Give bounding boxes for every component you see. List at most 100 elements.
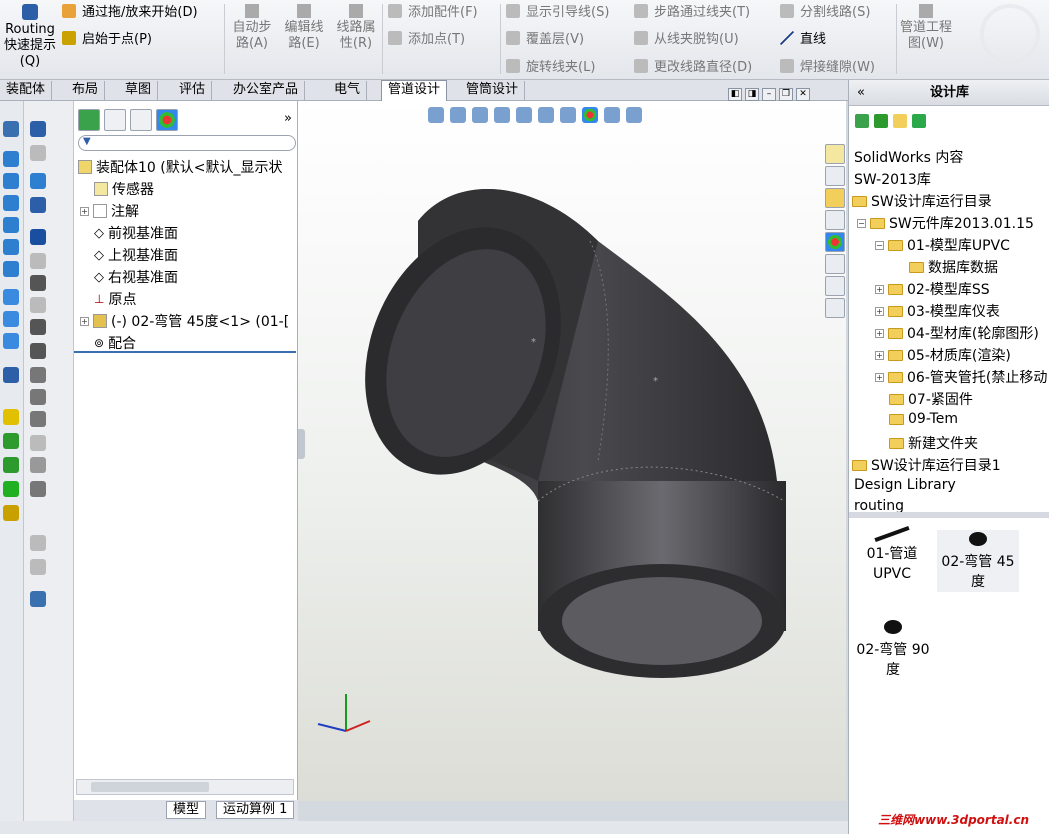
panel-splitter[interactable] — [849, 512, 1049, 518]
tree-filter-input[interactable]: ▼ — [78, 135, 296, 151]
tab-piping[interactable]: 管道设计 — [381, 80, 448, 101]
display-manager-tab-icon[interactable] — [156, 109, 178, 131]
expand-plus-icon[interactable]: + — [875, 328, 884, 338]
cube-icon[interactable] — [3, 261, 19, 277]
pipe-drawing-button[interactable]: 管道工程图(W) — [900, 4, 952, 52]
route-properties-button[interactable]: 线路属性(R) — [334, 4, 378, 52]
design-library-icon[interactable] — [825, 188, 845, 208]
property-manager-tab-icon[interactable] — [104, 109, 126, 131]
dimension-icon[interactable] — [30, 145, 46, 161]
stack-icon[interactable] — [3, 505, 19, 521]
view-palette-icon[interactable] — [825, 276, 845, 296]
routing-library-icon[interactable] — [825, 298, 845, 318]
panel-collapse-handle[interactable] — [298, 429, 305, 459]
configuration-manager-tab-icon[interactable] — [130, 109, 152, 131]
surface-finish-icon[interactable] — [30, 435, 46, 451]
cube-icon[interactable] — [3, 217, 19, 233]
rotate-clip-button[interactable]: 旋转线夹(L) — [506, 56, 595, 75]
library-item-pipe-upvc[interactable]: 01-管道UPVC — [857, 525, 927, 584]
tree-item-mates[interactable]: ⊚ 配合 — [94, 333, 136, 353]
collapse-minus-icon[interactable]: − — [875, 240, 884, 250]
library-folder[interactable]: +03-模型库仪表 — [875, 301, 1000, 321]
drag-drop-start-button[interactable]: 通过拖/放来开始(D) — [62, 1, 198, 20]
tree-root-assembly[interactable]: 装配体10 (默认<默认_显示状 — [78, 157, 282, 177]
branch-icon[interactable] — [3, 457, 19, 473]
datum-icon[interactable] — [30, 367, 46, 383]
edit-route-button[interactable]: 编辑线路(E) — [282, 4, 326, 52]
route-through-clip-button[interactable]: 步路通过线夹(T) — [634, 1, 750, 20]
table-icon[interactable] — [30, 591, 46, 607]
tree-item-sensors[interactable]: 传感器 — [94, 179, 154, 199]
centerline-icon[interactable] — [30, 559, 46, 575]
library-folder[interactable]: − 01-模型库UPVC — [875, 235, 1010, 255]
start-at-point-button[interactable]: 启始于点(P) — [62, 28, 152, 47]
library-folder[interactable]: +04-型材库(轮廓图形) — [875, 323, 1039, 343]
spring-icon[interactable] — [30, 253, 46, 269]
hatch-icon[interactable] — [30, 457, 46, 473]
expand-plus-icon[interactable]: + — [875, 372, 884, 382]
graphics-viewport[interactable]: * * — [298, 101, 846, 801]
clip-icon[interactable] — [3, 367, 19, 383]
library-folder[interactable]: +02-模型库SS — [875, 279, 990, 299]
expand-plus-icon[interactable]: + — [875, 284, 884, 294]
library-folder[interactable]: 新建文件夹 — [889, 433, 978, 453]
resources-icon[interactable] — [825, 166, 845, 186]
close-icon[interactable]: ✕ — [796, 88, 810, 101]
cube-icon[interactable] — [3, 239, 19, 255]
cube-icon[interactable] — [3, 151, 19, 167]
tile-right-icon[interactable]: ◨ — [745, 88, 759, 101]
anchor-icon[interactable] — [3, 121, 19, 137]
change-route-diameter-button[interactable]: 更改线路直径(D) — [634, 56, 752, 75]
line-dot-icon[interactable] — [3, 433, 19, 449]
expand-plus-icon[interactable]: + — [875, 350, 884, 360]
cover-layer-button[interactable]: 覆盖层(V) — [506, 28, 584, 47]
block-icon[interactable] — [30, 481, 46, 497]
split-route-button[interactable]: 分割线路(S) — [780, 1, 870, 20]
tree-item-top-plane[interactable]: ◇ 上视基准面 — [94, 245, 178, 265]
library-folder[interactable]: − SW元件库2013.01.15 — [857, 213, 1034, 233]
datum-target-icon[interactable] — [30, 389, 46, 405]
tab-assembly[interactable]: 装配体 — [0, 81, 53, 100]
library-folder[interactable]: 数据库数据 — [909, 257, 998, 277]
restore-icon[interactable]: ❐ — [779, 88, 793, 101]
tree-horizontal-scrollbar[interactable] — [76, 779, 294, 795]
library-folder[interactable]: +06-管夹管托(禁止移动 — [875, 367, 1047, 387]
library-item-elbow-45[interactable]: 02-弯管 45度 — [937, 530, 1019, 592]
add-point-button[interactable]: 添加点(T) — [388, 28, 465, 47]
custom-properties-icon[interactable] — [825, 254, 845, 274]
tab-tubing[interactable]: 管筒设计 — [460, 81, 526, 100]
expand-arrow-icon[interactable]: » — [284, 111, 292, 126]
brush-icon[interactable] — [30, 197, 46, 213]
show-guidelines-button[interactable]: 显示引导线(S) — [506, 1, 609, 20]
library-node[interactable]: Design Library — [854, 477, 956, 493]
expand-plus-icon[interactable]: + — [80, 316, 89, 326]
minimize-icon[interactable]: – — [762, 88, 776, 101]
add-fitting-button[interactable]: 添加配件(F) — [388, 1, 478, 20]
asterisk-icon[interactable] — [3, 481, 19, 497]
library-folder[interactable]: SW设计库运行目录 — [852, 191, 992, 211]
hex-icon[interactable] — [3, 311, 19, 327]
library-item-elbow-90[interactable]: 02-弯管 90度 — [853, 620, 933, 680]
tree-item-origin[interactable]: ⊥ 原点 — [94, 289, 136, 309]
library-folder[interactable]: +05-材质库(渲染) — [875, 345, 1011, 365]
refresh-icon[interactable] — [912, 114, 926, 128]
weld-gap-button[interactable]: 焊接缝隙(W) — [780, 56, 875, 75]
elbow-model[interactable]: * * — [298, 101, 846, 801]
library-folder[interactable]: 07-紧固件 — [889, 389, 973, 409]
auto-balloon-icon[interactable] — [30, 297, 46, 313]
routing-quick-tips-button[interactable]: Routing 快速提示(Q) — [2, 4, 58, 70]
file-explorer-icon[interactable] — [825, 210, 845, 230]
check-icon[interactable] — [30, 319, 46, 335]
new-folder-icon[interactable] — [893, 114, 907, 128]
tab-sketch[interactable]: 草图 — [119, 81, 159, 100]
tab-layout[interactable]: 布局 — [66, 81, 106, 100]
library-folder[interactable]: SW设计库运行目录1 — [852, 455, 1001, 475]
appearances-icon[interactable] — [825, 232, 845, 252]
hex-icon[interactable] — [3, 289, 19, 305]
weld-symbol-icon[interactable] — [30, 343, 46, 359]
auto-route-button[interactable]: 自动步路(A) — [230, 4, 274, 52]
balloon-icon[interactable] — [30, 275, 46, 291]
collapse-chevron-icon[interactable]: « — [857, 80, 865, 106]
add-file-location-icon[interactable] — [874, 114, 888, 128]
tab-office-products[interactable]: 办公室产品 — [227, 81, 306, 100]
